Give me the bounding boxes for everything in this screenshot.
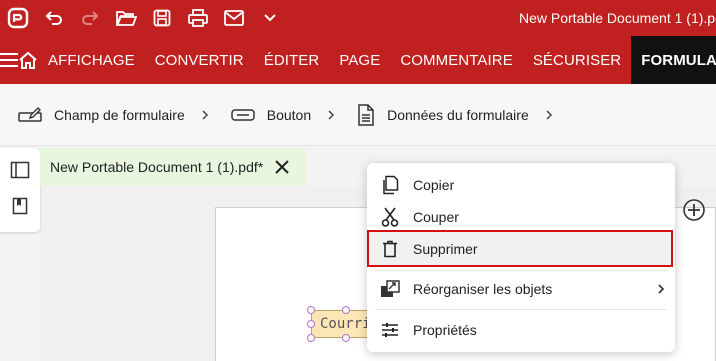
form-data-icon xyxy=(357,103,375,126)
tab-document[interactable]: New Portable Document 1 (1).pdf* xyxy=(40,148,306,186)
menu-item-supprimer[interactable]: Supprimer xyxy=(367,230,673,267)
form-data-label: Données du formulaire xyxy=(387,106,529,123)
chevron-down-icon[interactable] xyxy=(252,0,288,36)
menu-formulaire[interactable]: FORMULAI xyxy=(631,36,716,84)
menu-separator xyxy=(375,270,667,271)
form-field-button[interactable]: Champ de formulaire xyxy=(18,95,185,135)
menu-item-copier[interactable]: Copier xyxy=(367,168,675,202)
save-icon[interactable] xyxy=(144,0,180,36)
menu-commentaire[interactable]: COMMENTAIRE xyxy=(390,36,523,84)
context-menu: Copier Couper Supprimer Réorganiser les … xyxy=(367,163,675,352)
resize-handle[interactable] xyxy=(342,334,350,342)
copier-label: Copier xyxy=(413,177,455,193)
tab-document-label: New Portable Document 1 (1).pdf* xyxy=(50,159,264,175)
form-data-button[interactable]: Données du formulaire xyxy=(357,95,529,135)
title-bar: New Portable Document 1 (1).pdf xyxy=(0,0,716,36)
hamburger-menu-icon[interactable] xyxy=(0,36,18,84)
proprietes-label: Propriétés xyxy=(413,322,477,338)
form-field-label: Champ de formulaire xyxy=(54,106,185,123)
menu-item-reorganiser[interactable]: Réorganiser les objets xyxy=(367,272,675,306)
app-logo-icon[interactable] xyxy=(0,0,36,36)
menu-editer[interactable]: ÉDITER xyxy=(254,36,330,84)
chevron-right-icon xyxy=(545,109,553,121)
supprimer-label: Supprimer xyxy=(413,240,478,257)
menu-page[interactable]: PAGE xyxy=(329,36,390,84)
menu-item-couper[interactable]: Couper xyxy=(367,200,675,234)
window-title: New Portable Document 1 (1).pdf xyxy=(519,10,716,26)
submenu-chevron-icon xyxy=(657,283,665,295)
chevron-right-icon xyxy=(327,109,335,121)
button-icon xyxy=(230,108,255,122)
couper-label: Couper xyxy=(413,209,459,225)
trash-icon xyxy=(367,240,413,258)
resize-handle[interactable] xyxy=(307,320,315,328)
scissors-icon xyxy=(367,207,413,227)
button-tool[interactable]: Bouton xyxy=(230,95,312,135)
menu-item-proprietes[interactable]: Propriétés xyxy=(367,313,675,347)
menu-securiser[interactable]: SÉCURISER xyxy=(523,36,631,84)
resize-handle[interactable] xyxy=(342,306,350,314)
menu-separator xyxy=(375,309,667,310)
left-panel xyxy=(0,148,40,232)
print-icon[interactable] xyxy=(180,0,216,36)
bookmark-icon[interactable] xyxy=(12,197,28,220)
chevron-right-icon xyxy=(201,109,209,121)
sidebar-toggle-icon[interactable] xyxy=(10,161,30,184)
undo-icon[interactable] xyxy=(36,0,72,36)
resize-handle[interactable] xyxy=(307,334,315,342)
properties-icon xyxy=(367,322,413,338)
mail-icon[interactable] xyxy=(216,0,252,36)
home-icon[interactable] xyxy=(18,36,38,84)
close-icon[interactable] xyxy=(275,160,289,174)
resize-handle[interactable] xyxy=(307,306,315,314)
reorganiser-label: Réorganiser les objets xyxy=(413,281,553,297)
button-tool-label: Bouton xyxy=(266,106,312,123)
menu-convertir[interactable]: CONVERTIR xyxy=(145,36,254,84)
open-folder-icon[interactable] xyxy=(108,0,144,36)
redo-icon[interactable] xyxy=(72,0,108,36)
menu-bar: AFFICHAGE CONVERTIR ÉDITER PAGE COMMENTA… xyxy=(0,36,716,84)
menu-affichage[interactable]: AFFICHAGE xyxy=(38,36,145,84)
arrange-icon xyxy=(367,280,413,298)
form-field-icon xyxy=(18,105,42,125)
form-ribbon: Champ de formulaire Bouton Données du fo… xyxy=(0,84,716,146)
zoom-in-icon[interactable] xyxy=(680,196,708,224)
copy-icon xyxy=(367,175,413,195)
